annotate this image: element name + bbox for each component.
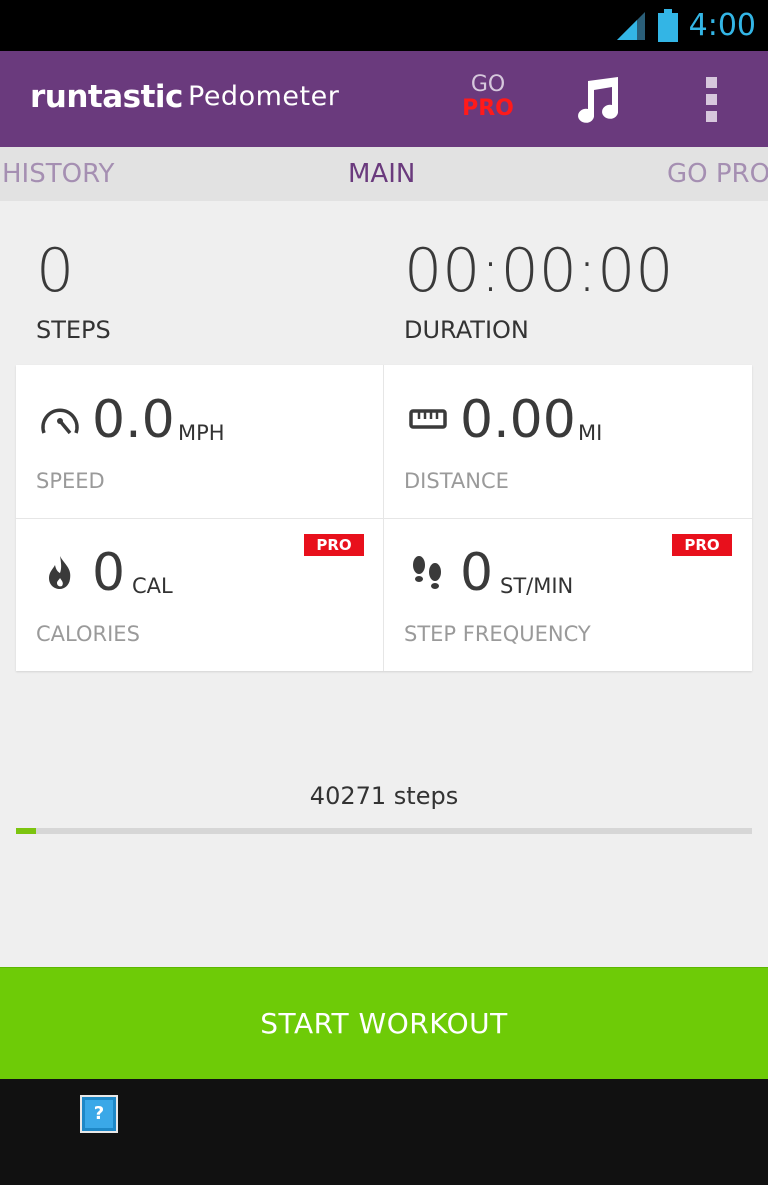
- go-pro-top-label: GO: [470, 72, 506, 97]
- app-title: Pedometer: [188, 81, 340, 112]
- help-button[interactable]: ?: [80, 1095, 118, 1133]
- status-icons: 4:00: [615, 8, 756, 44]
- steps-value: 0: [36, 236, 75, 306]
- step-frequency-cell: PRO 0 ST/MIN STEP FREQUENCY: [384, 518, 752, 671]
- music-button[interactable]: [572, 73, 626, 127]
- start-workout-button[interactable]: START WORKOUT: [0, 967, 768, 1080]
- music-note-icon: [578, 77, 619, 123]
- duration-value: 00:00:00: [404, 236, 674, 306]
- menu-dot-icon: [705, 111, 717, 122]
- app-bar: runtastic Pedometer GO PRO: [0, 51, 768, 147]
- distance-unit: MI: [578, 421, 603, 445]
- distance-label: DISTANCE: [404, 469, 509, 493]
- menu-dot-icon: [705, 94, 717, 105]
- speed-unit: MPH: [178, 421, 225, 445]
- step-frequency-value: 0: [460, 543, 494, 603]
- menu-dot-icon: [705, 77, 717, 88]
- progress-fill: [16, 828, 36, 834]
- pro-badge: PRO: [304, 534, 364, 556]
- flame-icon: [49, 556, 71, 589]
- speed-value: 0.0: [92, 390, 175, 450]
- footprints-icon: [413, 556, 441, 589]
- tab-strip: HISTORY MAIN GO PRO: [0, 147, 768, 201]
- calories-cell: PRO 0 CAL CALORIES: [16, 518, 384, 671]
- calories-unit: CAL: [132, 574, 173, 598]
- distance-value: 0.00: [460, 390, 576, 450]
- tab-go-pro[interactable]: GO PRO: [667, 159, 768, 189]
- step-goal-progress-bar: [16, 828, 752, 834]
- calories-value: 0: [92, 543, 126, 603]
- overflow-menu-button[interactable]: [696, 77, 726, 123]
- clock: 4:00: [688, 8, 756, 43]
- tab-main[interactable]: MAIN: [348, 159, 415, 189]
- metrics-card: 0.0 MPH SPEED 0.00 MI DISTANCE PRO 0 CAL…: [16, 365, 752, 671]
- step-frequency-unit: ST/MIN: [500, 574, 574, 598]
- speedometer-icon: [41, 408, 79, 435]
- duration-label: DURATION: [404, 316, 529, 344]
- distance-cell: 0.00 MI DISTANCE: [384, 365, 752, 518]
- pro-badge: PRO: [672, 534, 732, 556]
- step-goal-text: 40271 steps: [309, 782, 459, 810]
- ruler-icon: [409, 409, 447, 429]
- brand-logo: runtastic: [30, 79, 183, 115]
- calories-label: CALORIES: [36, 622, 140, 646]
- tab-history[interactable]: HISTORY: [2, 159, 114, 189]
- status-bar: 4:00: [0, 0, 768, 51]
- steps-label: STEPS: [36, 316, 111, 344]
- go-pro-button[interactable]: GO PRO: [456, 73, 520, 125]
- step-frequency-label: STEP FREQUENCY: [404, 622, 591, 646]
- speed-label: SPEED: [36, 469, 105, 493]
- question-mark-icon: ?: [85, 1100, 113, 1128]
- go-pro-bottom-label: PRO: [462, 96, 514, 121]
- bottom-bar: ?: [0, 1079, 768, 1185]
- battery-icon: [657, 9, 678, 42]
- speed-cell: 0.0 MPH SPEED: [16, 365, 384, 518]
- signal-icon: [616, 12, 645, 40]
